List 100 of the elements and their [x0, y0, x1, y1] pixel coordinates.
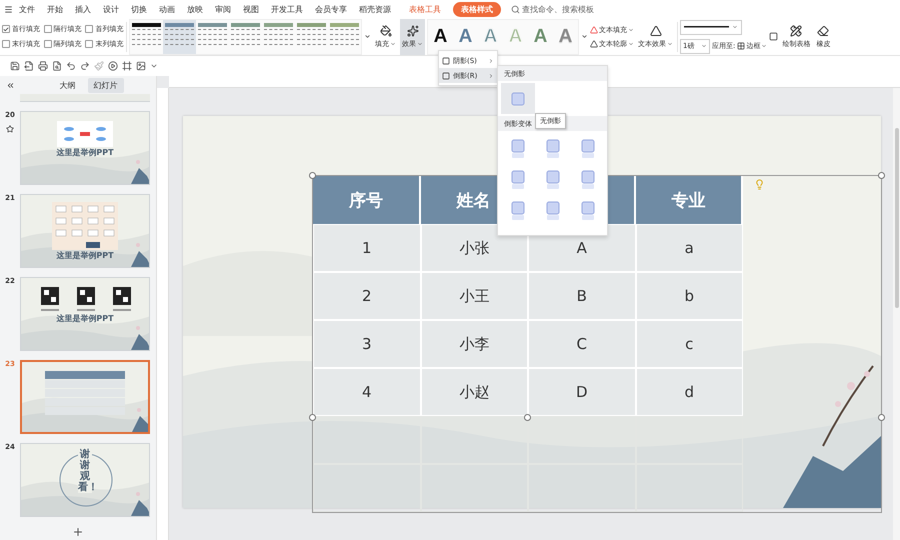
slide-thumbnail[interactable]: [20, 360, 150, 434]
pencil-ruler-icon: [790, 24, 802, 36]
text-style-letter[interactable]: A: [453, 20, 478, 54]
reflected-square-icon: [511, 200, 525, 220]
play-icon[interactable]: [108, 61, 118, 71]
caret-icon: [628, 26, 634, 32]
save-icon[interactable]: [10, 61, 20, 71]
text-style-letter[interactable]: A: [428, 20, 453, 54]
search-field[interactable]: 查找命令、搜索模板: [522, 4, 594, 14]
line-style-dropdown[interactable]: [680, 20, 742, 34]
plus-icon: [72, 526, 84, 538]
table-cell: C: [528, 320, 636, 368]
table-cell: D: [528, 368, 636, 416]
panel-tab[interactable]: 大纲: [54, 78, 82, 92]
menu-item[interactable]: 设计: [97, 4, 125, 14]
checkbox[interactable]: [44, 40, 52, 48]
menu-item[interactable]: 稻壳资源: [353, 4, 397, 14]
check-icon: [3, 26, 9, 32]
slide-thumbnail[interactable]: [20, 94, 150, 102]
table-cell: d: [636, 368, 743, 416]
square-icon: [511, 92, 525, 106]
more-icon[interactable]: [364, 33, 371, 40]
export-icon[interactable]: [24, 61, 34, 71]
slide-thumbnail[interactable]: 这里是举例PPT: [20, 111, 150, 185]
triangle-icon: [650, 24, 662, 36]
menu-item[interactable]: 会员专享: [309, 4, 353, 14]
reflected-square-icon: [511, 170, 525, 190]
slide-thumbnail[interactable]: 这里是举例PPT: [20, 277, 150, 351]
menu-item[interactable]: 视图: [237, 4, 265, 14]
scrollbar-thumb[interactable]: [894, 128, 898, 308]
format-painter-icon[interactable]: [94, 61, 104, 71]
slide-title: 这里是举例PPT: [56, 147, 114, 158]
reflected-square-icon: [546, 170, 560, 190]
reflected-square-icon: [581, 138, 595, 158]
more-icon[interactable]: [581, 33, 588, 40]
checkbox[interactable]: [85, 25, 94, 33]
print-preview-icon[interactable]: [52, 61, 62, 71]
search-icon[interactable]: [511, 4, 520, 14]
checkbox[interactable]: [85, 40, 94, 48]
caret-icon: [667, 40, 673, 46]
menu-item[interactable]: 文件: [13, 4, 41, 14]
menu-item[interactable]: 审阅: [209, 4, 237, 14]
table-cell: c: [636, 320, 743, 368]
square-icon: [442, 72, 450, 80]
more-icon[interactable]: [150, 62, 158, 70]
frame-icon[interactable]: [122, 61, 132, 71]
reflected-square-icon: [546, 200, 560, 220]
image-icon[interactable]: [136, 61, 146, 71]
menu-item[interactable]: 开始: [41, 4, 69, 14]
caret-icon: [761, 43, 768, 49]
chevron-right-icon: [488, 58, 494, 64]
reflected-square-icon: [581, 200, 595, 220]
resize-handle[interactable]: [878, 172, 885, 179]
caret-icon: [390, 40, 396, 46]
slide-title: 这里是举例PPT: [56, 250, 114, 261]
menu-item[interactable]: 放映: [181, 4, 209, 14]
add-slide-button[interactable]: [72, 526, 84, 538]
paint-bucket-icon: [380, 24, 392, 36]
slide-title: 谢谢观看！: [78, 449, 92, 493]
reflected-square-icon: [511, 138, 525, 158]
caret-icon: [732, 24, 738, 30]
eraser-icon: [817, 24, 830, 36]
undo-icon[interactable]: [66, 61, 76, 71]
menu-item[interactable]: 切换: [125, 4, 153, 14]
square-icon: [442, 56, 450, 64]
menu-icon[interactable]: [4, 4, 13, 14]
reflection-option[interactable]: [501, 83, 535, 114]
table-cell: 小张: [420, 224, 528, 272]
sparkles-icon: [406, 24, 418, 36]
collapse-icon[interactable]: [6, 80, 15, 90]
table-style-swatch[interactable]: [163, 20, 196, 54]
slide-thumbnail[interactable]: 谢谢观看！: [20, 443, 150, 517]
reflected-square-icon: [581, 170, 595, 190]
menu-item[interactable]: 开发工具: [265, 4, 309, 14]
caret-icon: [701, 43, 707, 49]
menu-item[interactable]: 动画: [153, 4, 181, 14]
resize-handle[interactable]: [878, 414, 885, 421]
grid-icon: [737, 42, 746, 50]
slide-thumbnail[interactable]: 这里是举例PPT: [20, 194, 150, 268]
panel-tab[interactable]: 幻灯片: [88, 78, 124, 92]
checkbox[interactable]: [44, 25, 52, 33]
slide-title: 这里是举例PPT: [56, 313, 114, 324]
chevron-right-icon: [488, 72, 494, 78]
checkbox[interactable]: [2, 40, 10, 48]
ribbon-tab[interactable]: 表格工具: [401, 2, 449, 16]
lightbulb-icon[interactable]: [754, 179, 765, 190]
border-color-icon[interactable]: [769, 32, 778, 41]
menu-item[interactable]: 插入: [69, 4, 97, 14]
table-cell: 4: [313, 368, 420, 416]
line-sample-icon: [684, 26, 730, 28]
reflected-square-icon: [546, 138, 560, 158]
redo-icon[interactable]: [80, 61, 90, 71]
table-cell: 1: [313, 224, 420, 272]
checkbox[interactable]: [2, 25, 10, 33]
table-cell: 小王: [420, 272, 528, 320]
flowchart-drawing: [52, 202, 118, 250]
caret-icon: [628, 40, 634, 46]
table-cell: 小赵: [420, 368, 528, 416]
table-cell: B: [528, 272, 636, 320]
print-icon[interactable]: [38, 61, 48, 71]
